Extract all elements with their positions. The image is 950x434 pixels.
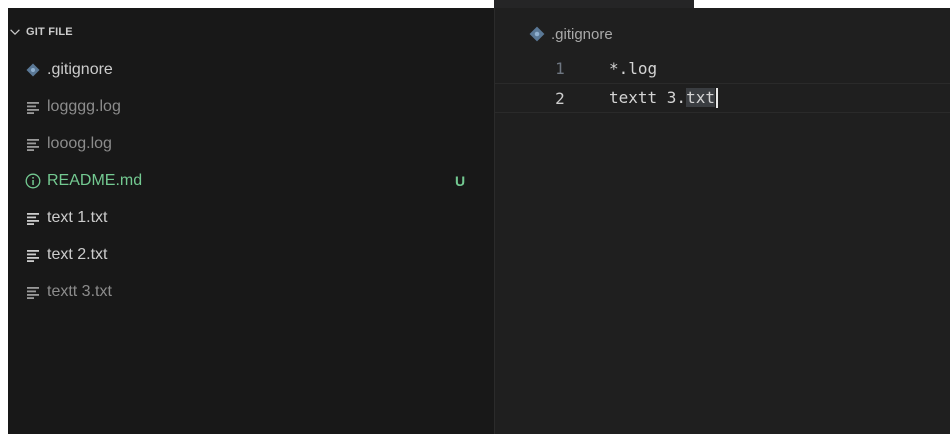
file-item-logggg-log[interactable]: logggg.log bbox=[8, 92, 494, 122]
file-name: text 2.txt bbox=[47, 246, 108, 263]
file-item-readme-md[interactable]: README.md U bbox=[8, 166, 494, 196]
line-text-prefix: textt 3. bbox=[609, 87, 687, 107]
vscode-window: GIT FILE .gitignore logggg.log looog.log bbox=[8, 8, 950, 434]
lines-icon bbox=[25, 284, 41, 300]
file-name: text 1.txt bbox=[47, 209, 108, 226]
explorer-section-header[interactable]: GIT FILE bbox=[8, 21, 73, 43]
lines-icon bbox=[25, 99, 41, 115]
line-text: textt 3.txt bbox=[609, 87, 718, 109]
git-diamond-icon bbox=[25, 62, 41, 78]
selected-text: txt bbox=[686, 87, 715, 107]
info-icon bbox=[25, 173, 41, 189]
lines-icon bbox=[25, 210, 41, 226]
file-item-textt-3-txt[interactable]: textt 3.txt bbox=[8, 277, 494, 307]
file-name: textt 3.txt bbox=[47, 283, 112, 300]
lines-icon bbox=[25, 247, 41, 263]
line-number: 2 bbox=[555, 88, 565, 108]
text-cursor bbox=[715, 88, 718, 109]
file-name: README.md bbox=[47, 172, 143, 189]
explorer-sidebar: GIT FILE .gitignore logggg.log looog.log bbox=[8, 8, 495, 434]
breadcrumb-file: .gitignore bbox=[551, 25, 613, 43]
file-name: .gitignore bbox=[47, 61, 113, 78]
file-item-looog-log[interactable]: looog.log bbox=[8, 129, 494, 159]
chevron-down-icon bbox=[10, 29, 20, 36]
lines-icon bbox=[25, 136, 41, 152]
line-text: *.log bbox=[609, 58, 658, 78]
code-editor[interactable]: .gitignore 1 *.log 2 textt 3.txt bbox=[495, 8, 950, 434]
top-strip bbox=[0, 0, 950, 8]
git-diamond-icon bbox=[529, 26, 545, 42]
code-line-2[interactable]: 2 textt 3.txt bbox=[495, 83, 950, 113]
line-number: 1 bbox=[555, 58, 565, 78]
code-line-1[interactable]: 1 *.log bbox=[495, 54, 950, 82]
explorer-section-title: GIT FILE bbox=[26, 26, 73, 38]
file-item-gitignore[interactable]: .gitignore bbox=[8, 55, 494, 85]
git-status-badge: U bbox=[455, 173, 466, 189]
tab-strip-edge bbox=[494, 0, 694, 8]
file-name: looog.log bbox=[47, 135, 112, 152]
breadcrumb[interactable]: .gitignore bbox=[529, 23, 613, 45]
file-item-text-2-txt[interactable]: text 2.txt bbox=[8, 240, 494, 270]
file-item-text-1-txt[interactable]: text 1.txt bbox=[8, 203, 494, 233]
file-name: logggg.log bbox=[47, 98, 121, 115]
